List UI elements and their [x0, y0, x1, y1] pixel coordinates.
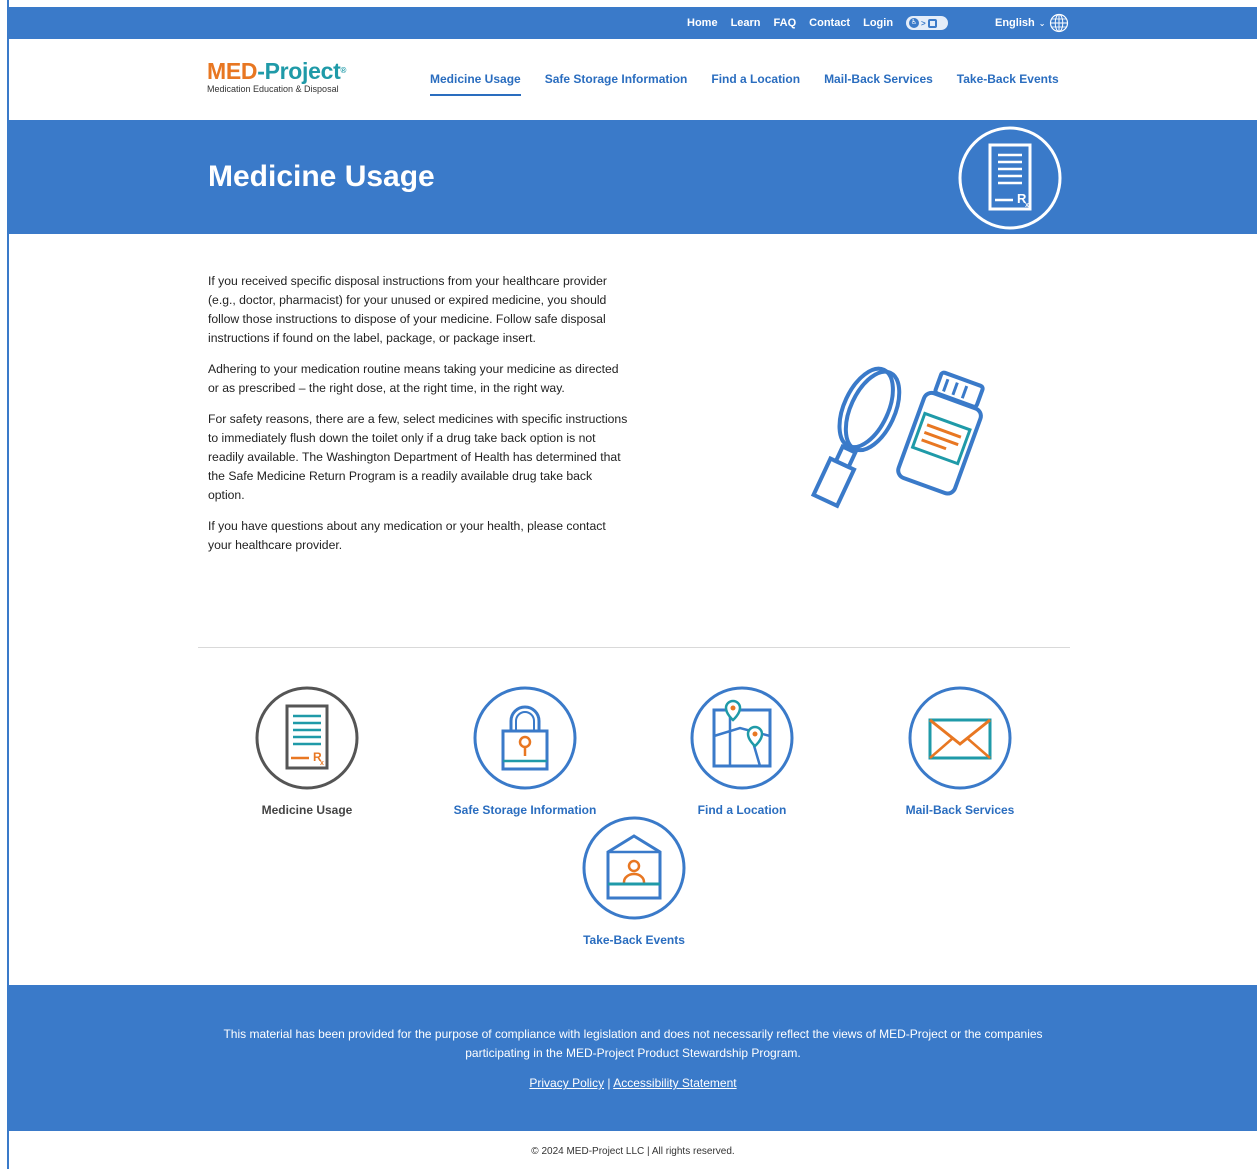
language-selector[interactable]: English ⌄: [995, 7, 1069, 39]
logo[interactable]: MED-Project® Medication Education & Disp…: [207, 59, 346, 94]
arrow-icon: >: [921, 18, 926, 28]
padlock-icon: [473, 686, 577, 790]
logo-registered: ®: [340, 66, 347, 75]
logo-tagline: Medication Education & Disposal: [207, 84, 339, 94]
hero-banner: Medicine Usage R x: [9, 120, 1257, 234]
login-link[interactable]: Login: [863, 17, 893, 29]
section-divider: [198, 647, 1070, 648]
footer-links: Privacy Policy | Accessibility Statement: [9, 1076, 1257, 1090]
footer-disclaimer: This material has been provided for the …: [223, 1027, 1043, 1060]
learn-link[interactable]: Learn: [731, 17, 761, 29]
nav-mail-back[interactable]: Mail-Back Services: [824, 39, 933, 120]
nav-find-location[interactable]: Find a Location: [711, 39, 800, 120]
tile-safe-storage[interactable]: Safe Storage Information: [425, 686, 625, 817]
paragraph-disposal: If you received specific disposal instru…: [208, 274, 607, 345]
nav-safe-storage[interactable]: Safe Storage Information: [545, 39, 688, 120]
main-nav: Medicine Usage Safe Storage Information …: [430, 39, 1059, 120]
nav-medicine-usage[interactable]: Medicine Usage: [430, 39, 521, 120]
tile-label: Safe Storage Information: [453, 803, 597, 817]
globe-icon: [1050, 13, 1069, 33]
tile-label: Take-Back Events: [583, 933, 685, 947]
map-pin-icon: [690, 686, 794, 790]
tile-medicine-usage[interactable]: R x Medicine Usage: [207, 686, 407, 817]
paragraph-routine: Adhering to your medication routine mean…: [208, 362, 619, 395]
paragraph-questions: If you have questions about any medicati…: [208, 519, 606, 552]
footer-separator: |: [607, 1076, 611, 1090]
wheelchair-icon: ♿: [909, 18, 920, 28]
tile-take-back-events[interactable]: Take-Back Events: [534, 816, 734, 947]
site-header: MED-Project® Medication Education & Disp…: [9, 39, 1257, 120]
utility-links: Home Learn FAQ Contact Login ♿ >: [687, 7, 949, 39]
tile-mail-back[interactable]: Mail-Back Services: [860, 686, 1060, 817]
content-text: If you received specific disposal instru…: [208, 272, 628, 567]
nav-take-back-events[interactable]: Take-Back Events: [957, 39, 1059, 120]
logo-med: MED: [207, 58, 258, 84]
site-footer: This material has been provided for the …: [9, 985, 1257, 1131]
envelope-icon: [908, 686, 1012, 790]
language-label: English: [995, 17, 1035, 29]
accessibility-statement-link[interactable]: Accessibility Statement: [613, 1076, 736, 1090]
booth-icon: [582, 816, 686, 920]
logo-wordmark: MED-Project®: [207, 59, 346, 83]
tile-label: Mail-Back Services: [905, 803, 1015, 817]
svg-text:x: x: [1025, 202, 1029, 209]
copyright: © 2024 MED-Project LLC | All rights rese…: [531, 1146, 735, 1157]
paragraph-flush: For safety reasons, there are a few, sel…: [208, 412, 628, 502]
magnifier-and-pill-bottle-icon: [810, 366, 985, 509]
tile-label: Medicine Usage: [261, 803, 353, 817]
tile-find-location[interactable]: Find a Location: [642, 686, 842, 817]
prescription-document-icon: R x: [958, 126, 1062, 230]
utility-bar: Home Learn FAQ Contact Login ♿ > English…: [9, 7, 1257, 39]
logo-project: -Project: [257, 58, 341, 84]
contact-link[interactable]: Contact: [809, 17, 850, 29]
svg-text:x: x: [320, 760, 324, 767]
home-link[interactable]: Home: [687, 17, 718, 29]
tile-label: Find a Location: [697, 803, 787, 817]
left-frame-border: [0, 0, 9, 1169]
faq-link[interactable]: FAQ: [774, 17, 797, 29]
chevron-down-icon: ⌄: [1038, 18, 1046, 28]
privacy-policy-link[interactable]: Privacy Policy: [529, 1076, 604, 1090]
page: Home Learn FAQ Contact Login ♿ > English…: [9, 0, 1257, 1169]
page-title: Medicine Usage: [208, 160, 435, 193]
monitor-icon: [927, 18, 937, 28]
prescription-icon: R x: [255, 686, 359, 790]
accessibility-toggle[interactable]: ♿ >: [906, 16, 949, 30]
